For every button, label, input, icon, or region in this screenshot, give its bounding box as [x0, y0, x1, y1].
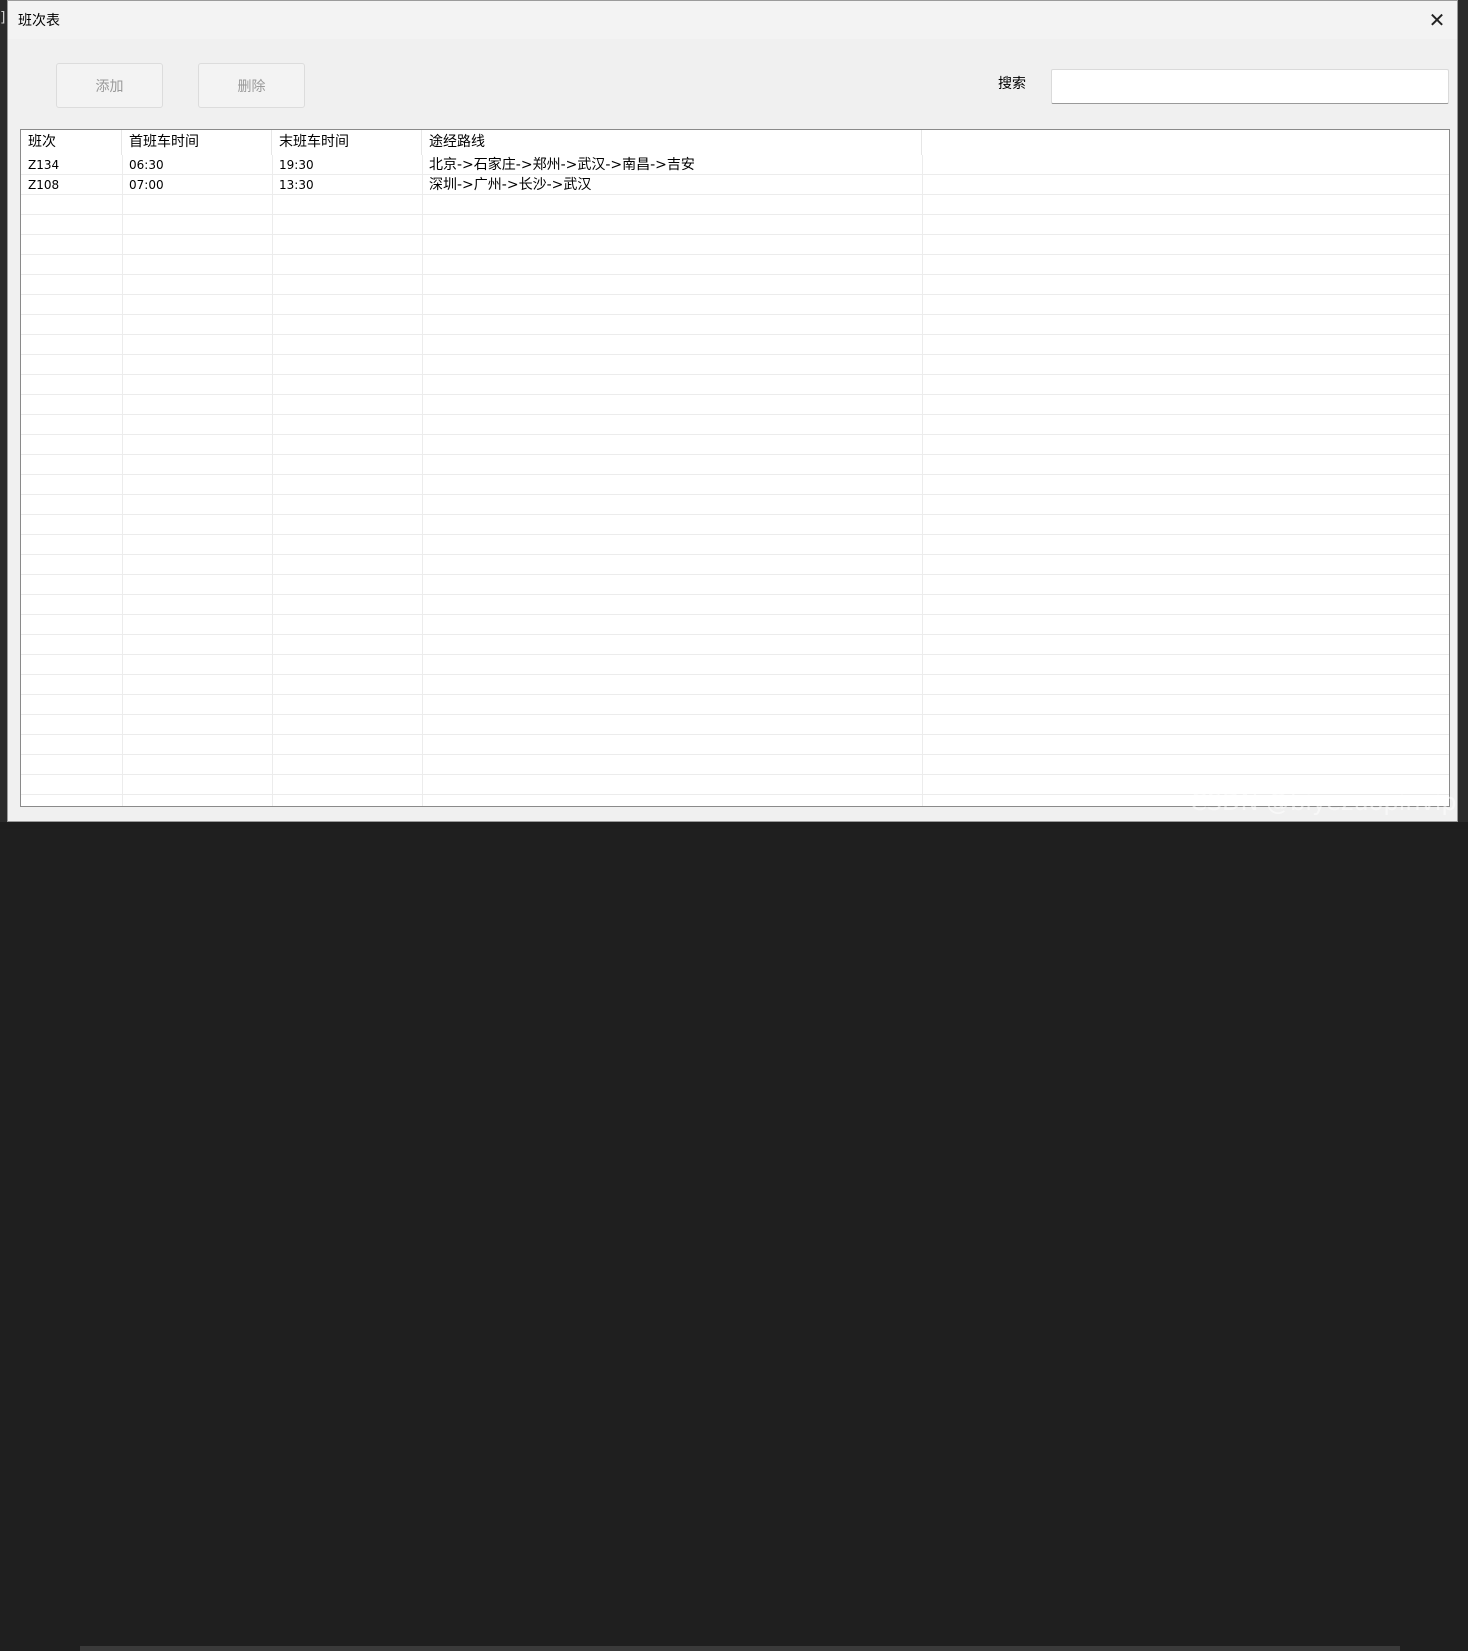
row-divider: [21, 634, 1449, 635]
background-window-edge-right: [1458, 0, 1468, 829]
cell-train: Z134: [28, 158, 60, 172]
search-input[interactable]: [1051, 69, 1449, 104]
row-divider: [21, 554, 1449, 555]
cell-train: Z108: [28, 178, 60, 192]
row-divider: [21, 534, 1449, 535]
row-divider: [21, 754, 1449, 755]
row-divider: [21, 474, 1449, 475]
row-divider: [21, 214, 1449, 215]
row-divider: [21, 614, 1449, 615]
column-header-last-time[interactable]: 末班车时间: [272, 130, 422, 155]
background-window-glyph: ]: [0, 10, 6, 26]
schedule-table[interactable]: 班次 首班车时间 末班车时间 途经路线 Z134 06:30 19:30 北京-…: [20, 129, 1450, 807]
table-row[interactable]: Z108 07:00 13:30 深圳->广州->长沙->武汉: [21, 175, 1449, 195]
table-row[interactable]: Z134 06:30 19:30 北京->石家庄->郑州->武汉->南昌->吉安: [21, 155, 1449, 175]
row-divider: [21, 454, 1449, 455]
row-divider: [21, 414, 1449, 415]
close-icon: ✕: [1428, 8, 1446, 32]
row-divider: [21, 434, 1449, 435]
row-divider: [21, 374, 1449, 375]
watermark: CSDN @biyezuopinvip: [1190, 788, 1457, 816]
row-divider: [21, 314, 1449, 315]
background-window-edge: ]: [0, 0, 7, 829]
row-divider: [21, 354, 1449, 355]
row-divider: [21, 714, 1449, 715]
schedule-window: 班次表 ✕ 添加 删除 搜索 班次 首班车时间 末班车时间 途经路线 Z134 …: [7, 0, 1458, 822]
row-divider: [21, 694, 1449, 695]
background-bottom-strip: [80, 1646, 1400, 1651]
row-divider: [21, 674, 1449, 675]
row-divider: [21, 654, 1449, 655]
column-divider: [922, 155, 923, 806]
column-header-route[interactable]: 途经路线: [422, 130, 922, 155]
cell-last-time: 19:30: [279, 158, 314, 172]
row-divider: [21, 574, 1449, 575]
window-title: 班次表: [18, 13, 60, 29]
cell-first-time: 07:00: [129, 178, 164, 192]
row-divider: [21, 254, 1449, 255]
background-bottom-edge: [0, 822, 1468, 1651]
search-label: 搜索: [998, 76, 1026, 92]
row-divider: [21, 494, 1449, 495]
cell-first-time: 06:30: [129, 158, 164, 172]
row-divider: [21, 394, 1449, 395]
title-bar[interactable]: 班次表 ✕: [8, 1, 1457, 39]
column-header-train[interactable]: 班次: [21, 130, 122, 155]
row-divider: [21, 334, 1449, 335]
row-divider: [21, 514, 1449, 515]
add-button[interactable]: 添加: [56, 63, 163, 108]
column-divider: [122, 155, 123, 806]
row-divider: [21, 734, 1449, 735]
table-header: 班次 首班车时间 末班车时间 途经路线: [21, 130, 1449, 155]
row-divider: [21, 294, 1449, 295]
row-divider: [21, 774, 1449, 775]
cell-route: 深圳->广州->长沙->武汉: [429, 177, 592, 193]
row-divider: [21, 234, 1449, 235]
cell-route: 北京->石家庄->郑州->武汉->南昌->吉安: [429, 157, 695, 173]
row-divider: [21, 274, 1449, 275]
column-header-first-time[interactable]: 首班车时间: [122, 130, 272, 155]
column-divider: [272, 155, 273, 806]
close-button[interactable]: ✕: [1417, 1, 1457, 39]
column-divider: [422, 155, 423, 806]
cell-last-time: 13:30: [279, 178, 314, 192]
delete-button[interactable]: 删除: [198, 63, 305, 108]
row-divider: [21, 594, 1449, 595]
